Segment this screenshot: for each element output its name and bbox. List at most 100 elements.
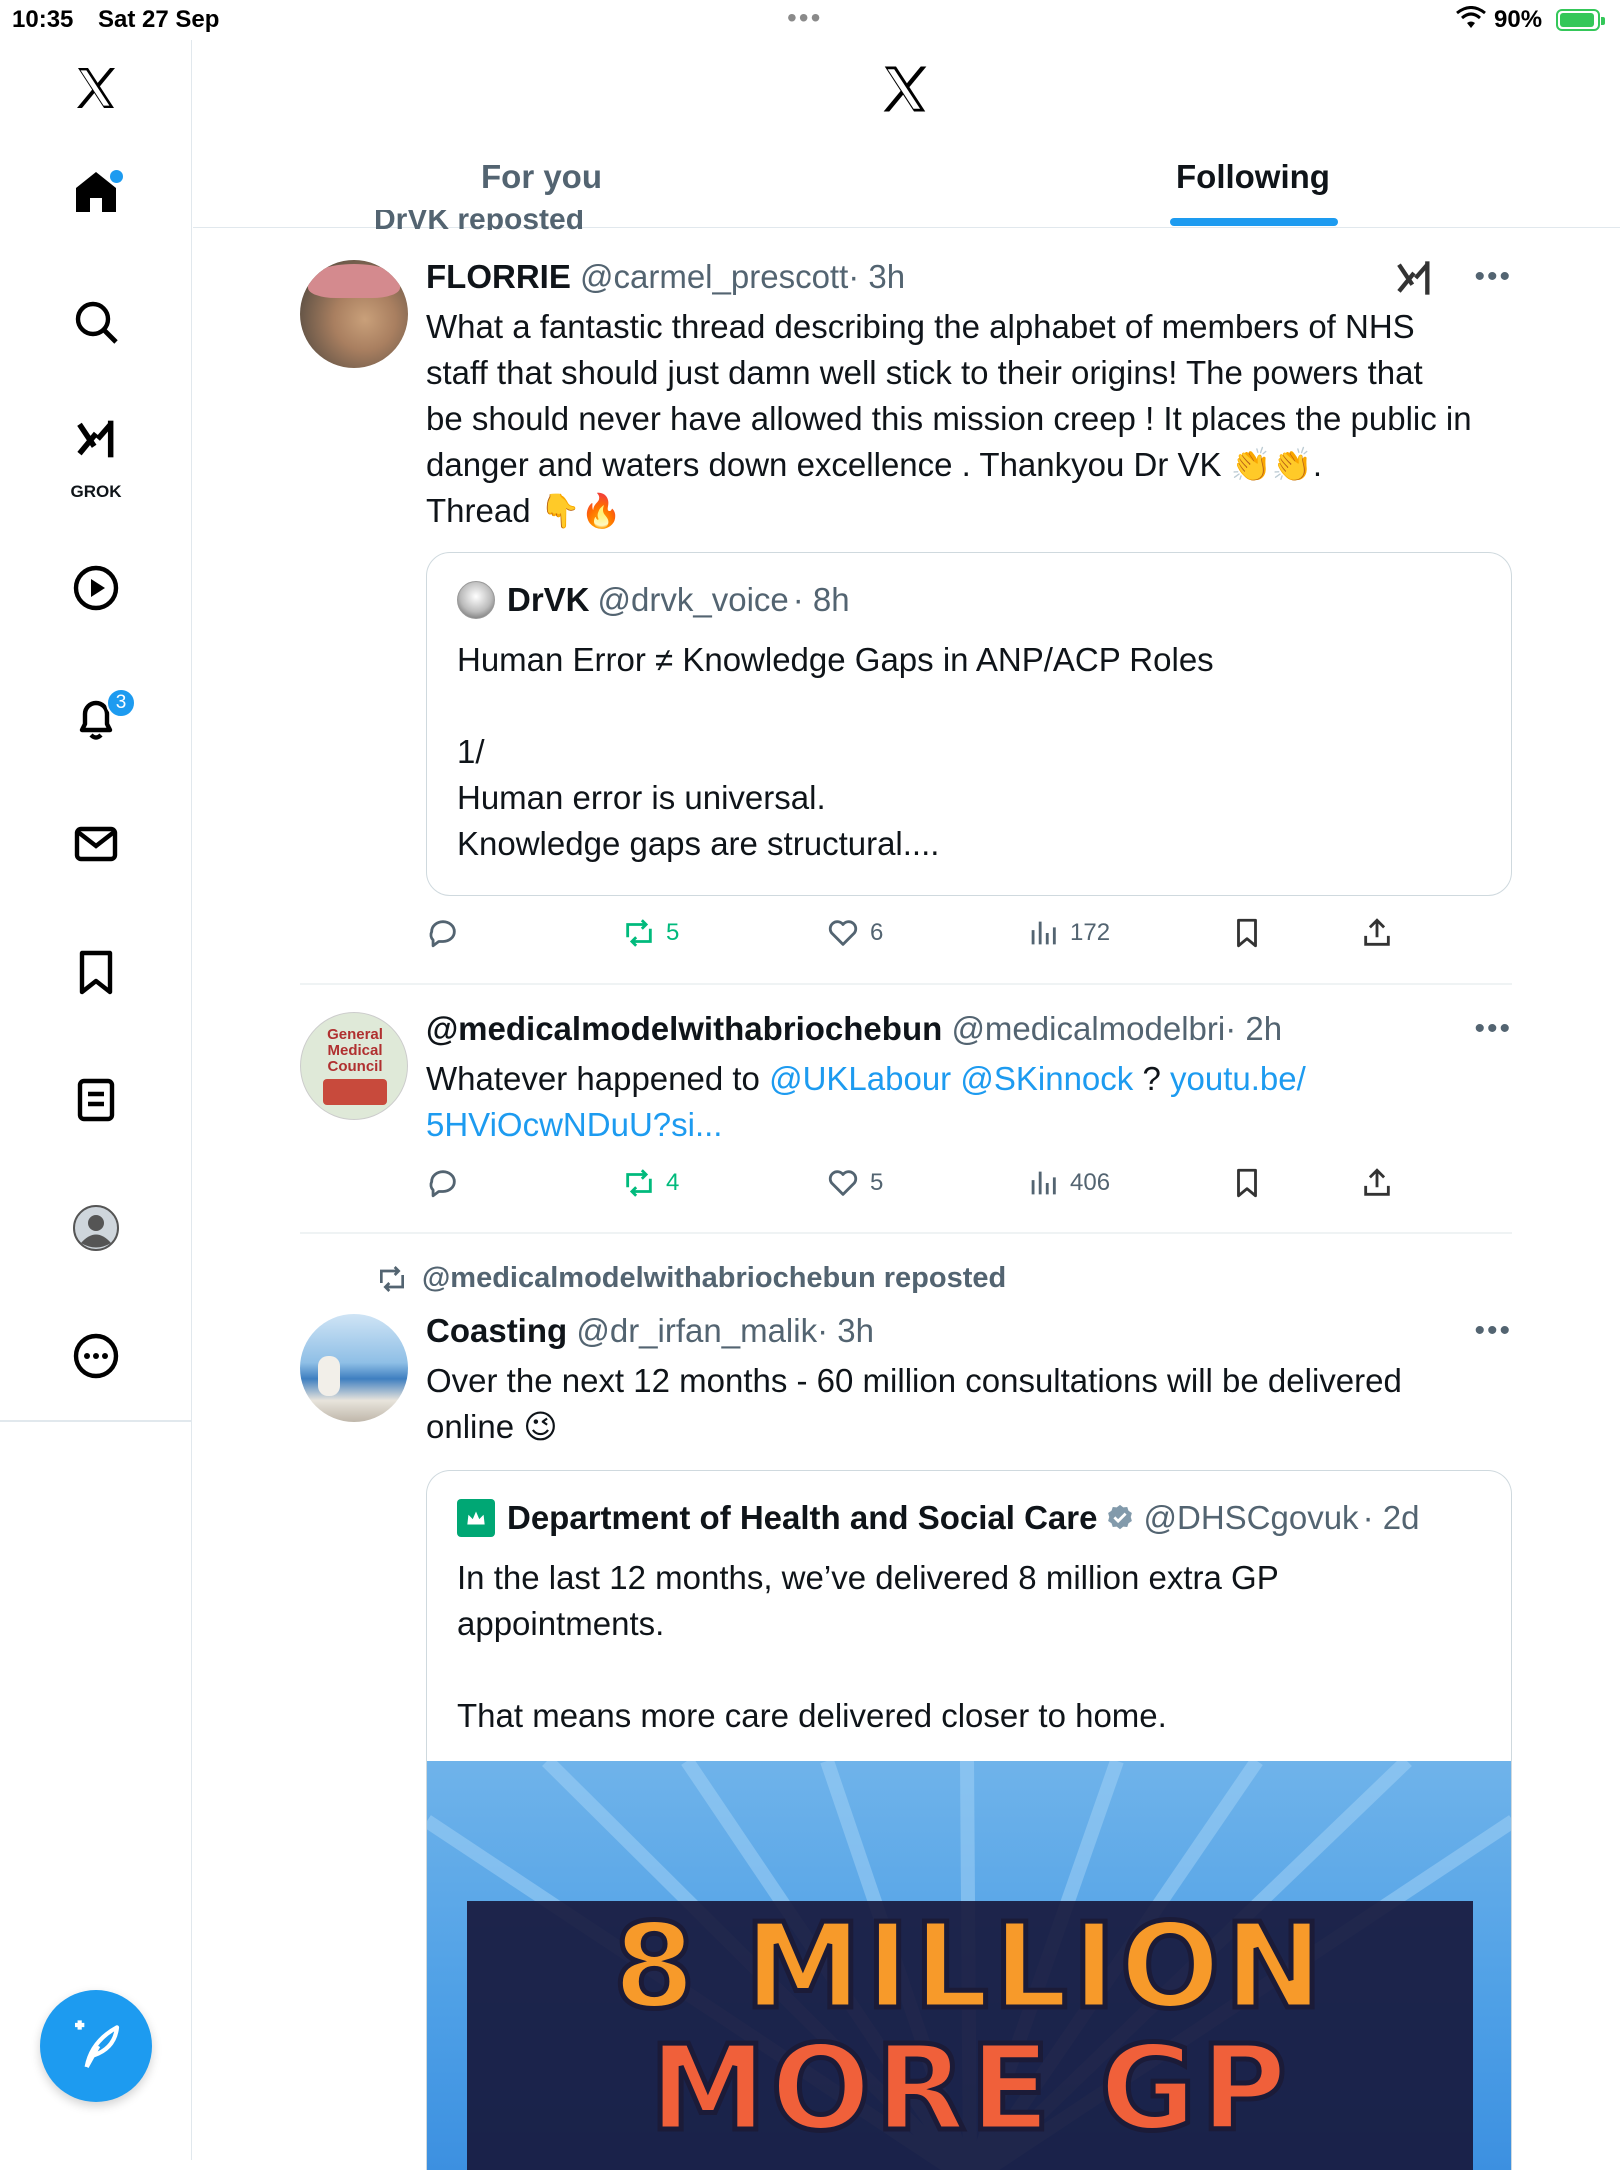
more-options-icon[interactable]: ••• bbox=[1474, 1012, 1512, 1046]
author-name[interactable]: FLORRIE bbox=[426, 258, 571, 295]
avatar-badge-text: General Medical Council bbox=[315, 1027, 395, 1075]
repost-icon bbox=[626, 1169, 652, 1197]
author-handle[interactable]: @carmel_prescott bbox=[580, 258, 848, 295]
bookmark-button[interactable] bbox=[1230, 1166, 1274, 1200]
post-divider bbox=[300, 1232, 1512, 1234]
quoted-post-time: · 8h bbox=[792, 581, 850, 618]
avatar-banner bbox=[323, 1079, 387, 1105]
messages-envelope-icon[interactable] bbox=[48, 796, 144, 892]
repost-label[interactable]: @medicalmodelwithabriochebun reposted bbox=[376, 1262, 1006, 1295]
post-text-line: be should never have allowed this missio… bbox=[426, 400, 1472, 437]
more-options-icon[interactable]: ••• bbox=[1474, 260, 1512, 294]
repost-label-text: @medicalmodelwithabriochebun reposted bbox=[422, 1262, 1007, 1294]
post-time[interactable]: · 2h bbox=[1225, 1010, 1282, 1047]
mention-uklabour[interactable]: @UKLabour bbox=[769, 1060, 951, 1097]
post-text-line: Thread 👇🔥 bbox=[426, 492, 622, 529]
youtube-link-continued[interactable]: 5HViOcwNDuU?si... bbox=[426, 1102, 1506, 1148]
quoted-post[interactable]: DrVK @drvk_voice · 8h Human Error ≠ Knowl… bbox=[426, 552, 1512, 896]
x-logo-icon bbox=[883, 66, 927, 112]
post-medicalmodel[interactable]: General Medical Council @medicalmodelwit… bbox=[300, 1010, 1512, 1210]
quoted-post-time: · 2d bbox=[1362, 1499, 1420, 1536]
author-name[interactable]: Coasting bbox=[426, 1312, 567, 1349]
compose-post-button[interactable] bbox=[40, 1990, 152, 2102]
bookmarks-icon[interactable] bbox=[48, 924, 144, 1020]
post-divider bbox=[300, 983, 1512, 985]
quoted-post[interactable]: Department of Health and Social Care @DH… bbox=[426, 1470, 1512, 2170]
views-button[interactable]: 172 bbox=[1026, 916, 1110, 950]
repost-count: 5 bbox=[666, 919, 680, 946]
sidebar: GROK 3 bbox=[0, 40, 192, 2160]
bookmark-button[interactable] bbox=[1230, 916, 1274, 950]
author-handle[interactable]: @dr_irfan_malik bbox=[576, 1312, 817, 1349]
profile-avatar-icon[interactable] bbox=[48, 1180, 144, 1276]
share-button[interactable] bbox=[1360, 916, 1404, 950]
home-icon[interactable] bbox=[48, 144, 144, 240]
repost-label-cut: DrVK reposted bbox=[374, 210, 584, 230]
post-text: Over the next 12 months - 60 million con… bbox=[426, 1358, 1506, 1450]
like-button[interactable]: 5 bbox=[826, 1166, 883, 1200]
quoted-author-line: DrVK @drvk_voice · 8h bbox=[457, 581, 850, 619]
repost-count: 4 bbox=[666, 1169, 680, 1196]
quoted-author-name: DrVK bbox=[507, 581, 590, 618]
lists-icon[interactable] bbox=[48, 1052, 144, 1148]
post-florrie[interactable]: FLORRIE @carmel_prescott· 3h ••• What a … bbox=[300, 258, 1512, 978]
like-button[interactable]: 6 bbox=[826, 916, 883, 950]
post-time[interactable]: · 3h bbox=[817, 1312, 874, 1349]
media-headline-line: 8 MILLION bbox=[611, 1897, 1327, 2035]
quoted-text-line: Knowledge gaps are structural.... bbox=[457, 825, 940, 862]
avatar-text-line: Medical bbox=[327, 1042, 383, 1059]
notifications-bell-icon[interactable]: 3 bbox=[48, 670, 144, 766]
views-button[interactable]: 406 bbox=[1026, 1166, 1110, 1200]
multitasking-dots-icon[interactable]: ••• bbox=[787, 2, 822, 34]
mention-skinnock[interactable]: @SKinnock bbox=[960, 1060, 1133, 1097]
post-coasting[interactable]: Coasting @dr_irfan_malik· 3h ••• Over th… bbox=[300, 1312, 1512, 2170]
repost-button[interactable]: 5 bbox=[622, 916, 679, 950]
post-time[interactable]: · 3h bbox=[848, 258, 905, 295]
grok-icon[interactable]: GROK bbox=[48, 400, 144, 501]
quoted-author-line: Department of Health and Social Care @DH… bbox=[457, 1499, 1419, 1537]
quoted-text-line: Human error is universal. bbox=[457, 779, 826, 816]
post-text-line: online 😉 bbox=[426, 1408, 558, 1445]
battery-percent: 90% bbox=[1494, 6, 1543, 33]
tab-for-you[interactable]: For you bbox=[481, 158, 602, 196]
grok-explain-icon[interactable] bbox=[1394, 258, 1434, 298]
quoted-author-handle: @drvk_voice bbox=[597, 581, 789, 618]
quoted-author-handle: @DHSCgovuk bbox=[1143, 1499, 1359, 1536]
tab-following[interactable]: Following bbox=[1176, 158, 1330, 196]
quoted-author-name: Department of Health and Social Care bbox=[507, 1499, 1098, 1536]
youtube-link[interactable]: youtu.be/ bbox=[1170, 1060, 1306, 1097]
repost-icon bbox=[626, 919, 652, 947]
post-text-line: danger and waters down excellence . Than… bbox=[426, 446, 1323, 483]
reply-button[interactable] bbox=[426, 916, 470, 950]
more-options-icon[interactable] bbox=[48, 1308, 144, 1404]
compose-feather-icon bbox=[75, 2020, 120, 2069]
share-button[interactable] bbox=[1360, 1166, 1404, 1200]
post-actions: 4 5 406 bbox=[426, 1166, 1512, 1214]
author-name[interactable]: @medicalmodelwithabriochebun bbox=[426, 1010, 942, 1047]
search-icon[interactable] bbox=[48, 274, 144, 370]
video-play-icon[interactable] bbox=[48, 540, 144, 636]
repost-button[interactable]: 4 bbox=[622, 1166, 679, 1200]
avatar[interactable] bbox=[300, 260, 408, 368]
quoted-media-image[interactable]: 8 MILLION MORE GP bbox=[427, 1761, 1511, 2170]
x-logo-icon[interactable] bbox=[48, 40, 144, 136]
quoted-text-line bbox=[457, 1647, 1477, 1693]
author-handle[interactable]: @medicalmodelbri bbox=[951, 1010, 1225, 1047]
reply-button[interactable] bbox=[426, 1166, 470, 1200]
avatar[interactable] bbox=[300, 1314, 408, 1422]
heart-icon bbox=[828, 1170, 858, 1196]
avatar-text-line: Council bbox=[327, 1058, 383, 1075]
quoted-text-line: That means more care delivered closer to… bbox=[457, 1697, 1167, 1734]
post-author-line: @medicalmodelwithabriochebun @medicalmod… bbox=[426, 1010, 1282, 1048]
status-time: 10:35 bbox=[12, 6, 74, 33]
grok-label: GROK bbox=[70, 482, 122, 501]
quoted-text-line: Human Error ≠ Knowledge Gaps in ANP/ACP … bbox=[457, 641, 1214, 678]
views-chart-icon bbox=[1031, 921, 1056, 945]
quoted-avatar bbox=[457, 581, 495, 619]
notifications-badge: 3 bbox=[106, 688, 136, 718]
post-text-plain: Whatever happened to bbox=[426, 1060, 770, 1097]
bookmark-icon bbox=[1237, 918, 1257, 948]
avatar[interactable]: General Medical Council bbox=[300, 1012, 408, 1120]
post-text: What a fantastic thread describing the a… bbox=[426, 304, 1506, 534]
more-options-icon[interactable]: ••• bbox=[1474, 1314, 1512, 1348]
